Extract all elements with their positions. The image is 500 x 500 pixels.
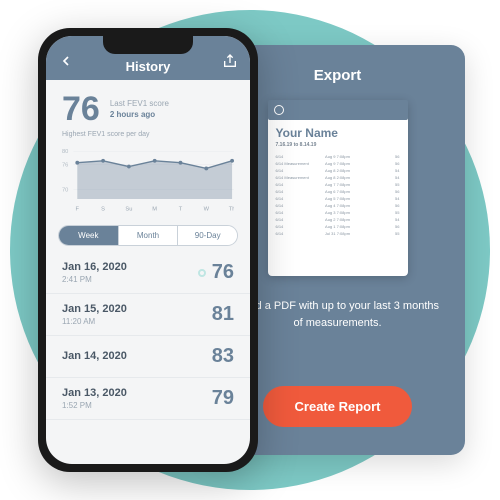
back-icon[interactable]: [58, 53, 74, 74]
svg-text:F: F: [76, 206, 80, 212]
pdf-name: Your Name: [276, 126, 400, 140]
phone-screen: History 76 Last FEV1 score 2 hours ago H…: [46, 36, 250, 464]
notch: [103, 36, 193, 54]
pdf-row: 6/14Aug 8 2:08pm54: [276, 168, 400, 173]
logo-icon: [274, 105, 284, 115]
row-value: 81: [212, 303, 234, 326]
pdf-header: [268, 100, 408, 120]
svg-text:Th: Th: [229, 206, 234, 212]
row-date: Jan 16, 2020: [62, 261, 127, 273]
svg-text:76: 76: [62, 163, 68, 169]
row-time: 11:20 AM: [62, 317, 127, 326]
svg-text:T: T: [179, 206, 183, 212]
svg-text:M: M: [152, 206, 157, 212]
pdf-row: 6/14Aug 4 7:08pm56: [276, 203, 400, 208]
big-score: 76: [62, 90, 100, 129]
pdf-date-range: 7.16.19 to 8.14.19: [276, 142, 400, 148]
chart-caption: Highest FEV1 score per day: [46, 131, 250, 138]
pdf-preview: Your Name 7.16.19 to 8.14.19 6/14Aug 9 7…: [268, 100, 408, 276]
svg-text:80: 80: [62, 149, 68, 155]
tab-week[interactable]: Week: [59, 226, 119, 245]
pdf-row: 6/14Aug 6 7:08pm56: [276, 189, 400, 194]
range-tabs: WeekMonth90-Day: [58, 225, 238, 246]
svg-text:W: W: [204, 206, 210, 212]
list-item[interactable]: Jan 15, 2020 11:20 AM 81: [46, 294, 250, 336]
pdf-row: 6/14Jul 31 7:08pm55: [276, 231, 400, 236]
page-title: History: [74, 59, 222, 74]
score-time: 2 hours ago: [110, 110, 169, 120]
pdf-table: 6/14Aug 9 7:08pm56 6/14 MeasurementAug 9 …: [276, 154, 400, 236]
pdf-row: 6/14Aug 3 7:08pm55: [276, 210, 400, 215]
row-time: 2:41 PM: [62, 275, 127, 284]
pdf-row: 6/14Aug 9 7:08pm56: [276, 154, 400, 159]
pdf-row: 6/14Aug 7 7:08pm55: [276, 182, 400, 187]
score-label: Last FEV1 score: [110, 99, 169, 109]
svg-text:Su: Su: [125, 206, 132, 212]
list-item[interactable]: Jan 14, 2020 83: [46, 336, 250, 378]
export-title: Export: [314, 67, 362, 84]
pdf-row: 6/14Aug 1 7:08pm56: [276, 224, 400, 229]
list-item[interactable]: Jan 13, 2020 1:52 PM 79: [46, 378, 250, 420]
row-time: 1:52 PM: [62, 401, 127, 410]
svg-text:70: 70: [62, 187, 68, 193]
pdf-row: 6/14Aug 5 7:08pm54: [276, 196, 400, 201]
create-report-button[interactable]: Create Report: [263, 386, 413, 427]
share-icon[interactable]: [222, 53, 238, 74]
row-date: Jan 13, 2020: [62, 387, 127, 399]
pdf-row: 6/14 MeasurementAug 8 2:08pm54: [276, 175, 400, 180]
svg-text:S: S: [101, 206, 105, 212]
tab-90-day[interactable]: 90-Day: [178, 226, 237, 245]
pdf-row: 6/14Aug 2 7:08pm54: [276, 217, 400, 222]
row-date: Jan 14, 2020: [62, 350, 127, 362]
score-row: 76 Last FEV1 score 2 hours ago: [46, 80, 250, 131]
list-item[interactable]: Jan 16, 2020 2:41 PM 76: [46, 252, 250, 294]
row-value: 76: [198, 261, 234, 284]
pdf-row: 6/14 MeasurementAug 9 7:08pm56: [276, 161, 400, 166]
indicator-dot: [198, 269, 206, 277]
chart: 80 76 70 F S Su M T W Th: [46, 138, 250, 219]
row-value: 79: [212, 387, 234, 410]
export-description: Send a PDF with up to your last 3 months…: [234, 298, 441, 331]
score-meta: Last FEV1 score 2 hours ago: [110, 99, 169, 120]
phone-frame: History 76 Last FEV1 score 2 hours ago H…: [38, 28, 258, 472]
row-date: Jan 15, 2020: [62, 303, 127, 315]
history-list: Jan 16, 2020 2:41 PM 76 Jan 15, 2020 11:20 A…: [46, 252, 250, 464]
tab-month[interactable]: Month: [119, 226, 179, 245]
row-value: 83: [212, 345, 234, 368]
